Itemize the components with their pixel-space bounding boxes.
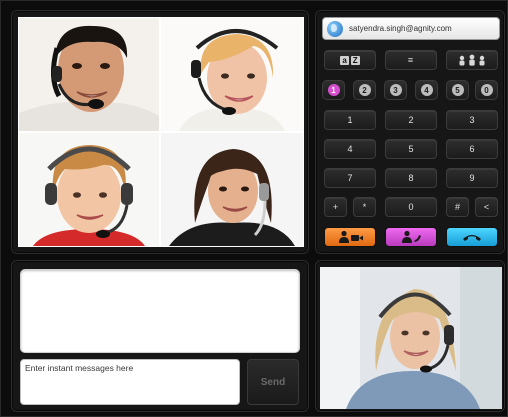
list-icon: ≡ bbox=[407, 55, 415, 65]
line-0-label: 0 bbox=[480, 84, 493, 96]
keypad-8[interactable]: 8 bbox=[385, 168, 437, 188]
keypad-hash-label: # bbox=[454, 202, 460, 212]
az-icon-z: Z bbox=[350, 55, 360, 65]
az-icon-a: a bbox=[340, 55, 349, 65]
contact-address-field[interactable]: satyendra.singh@agnity.com bbox=[322, 17, 500, 40]
contact-email: satyendra.singh@agnity.com bbox=[349, 24, 452, 33]
participant-video-4[interactable] bbox=[161, 133, 303, 246]
keypad-8-label: 8 bbox=[408, 173, 414, 183]
participant-video-3[interactable] bbox=[19, 133, 159, 246]
video-call-button[interactable] bbox=[324, 227, 376, 247]
line-5-label: 5 bbox=[451, 84, 464, 96]
keypad-1[interactable]: 1 bbox=[324, 110, 376, 130]
keypad-6-label: 6 bbox=[469, 144, 475, 154]
keypad-7[interactable]: 7 bbox=[324, 168, 376, 188]
chat-panel: Send bbox=[11, 260, 309, 412]
keypad-hash[interactable]: # bbox=[446, 197, 469, 217]
line-4-label: 4 bbox=[420, 84, 433, 96]
conference-icon bbox=[459, 54, 485, 66]
contacts-az-button[interactable]: aZ bbox=[324, 50, 376, 70]
line-3-label: 3 bbox=[389, 84, 402, 96]
dialer-panel: satyendra.singh@agnity.com aZ ≡ 1 2 3 4 … bbox=[315, 10, 505, 254]
keypad-3[interactable]: 3 bbox=[446, 110, 498, 130]
keypad-5[interactable]: 5 bbox=[385, 139, 437, 159]
keypad-2-label: 2 bbox=[408, 115, 414, 125]
audio-call-icon bbox=[402, 230, 421, 243]
keypad-7-label: 7 bbox=[347, 173, 353, 183]
hang-up-button[interactable] bbox=[446, 227, 498, 247]
keypad-backspace[interactable]: < bbox=[475, 197, 498, 217]
keypad-star-label: * bbox=[362, 202, 367, 212]
keypad-0[interactable]: 0 bbox=[385, 197, 437, 217]
line-1-label: 1 bbox=[327, 84, 340, 96]
line-2-button[interactable]: 2 bbox=[353, 80, 376, 100]
video-grid bbox=[18, 17, 304, 247]
line-selector: 1 2 3 4 5 0 bbox=[316, 80, 506, 100]
keypad-star[interactable]: * bbox=[353, 197, 376, 217]
line-0-button[interactable]: 0 bbox=[475, 80, 498, 100]
participant-video-2[interactable] bbox=[161, 18, 303, 131]
keypad-9[interactable]: 9 bbox=[446, 168, 498, 188]
keypad-3-label: 3 bbox=[469, 115, 475, 125]
keypad-plus-label: + bbox=[332, 202, 339, 212]
line-5-button[interactable]: 5 bbox=[446, 80, 469, 100]
globe-icon bbox=[327, 20, 343, 37]
keypad-4[interactable]: 4 bbox=[324, 139, 376, 159]
keypad-plus[interactable]: + bbox=[324, 197, 347, 217]
call-list-button[interactable]: ≡ bbox=[385, 50, 437, 70]
self-view-video[interactable] bbox=[320, 267, 502, 409]
keypad-5-label: 5 bbox=[408, 144, 414, 154]
keypad-2[interactable]: 2 bbox=[385, 110, 437, 130]
participant-video-1[interactable] bbox=[19, 18, 159, 131]
instant-message-input[interactable] bbox=[20, 359, 240, 405]
self-view-panel bbox=[315, 260, 505, 412]
line-4-button[interactable]: 4 bbox=[415, 80, 438, 100]
keypad-1-label: 1 bbox=[347, 115, 353, 125]
send-button[interactable]: Send bbox=[247, 359, 299, 405]
chat-history[interactable] bbox=[20, 269, 300, 353]
hang-up-icon bbox=[463, 235, 481, 241]
line-2-label: 2 bbox=[358, 84, 371, 96]
keypad-9-label: 9 bbox=[469, 173, 475, 183]
line-1-button[interactable]: 1 bbox=[322, 80, 345, 100]
video-grid-panel bbox=[11, 10, 309, 254]
video-conference-app: satyendra.singh@agnity.com aZ ≡ 1 2 3 4 … bbox=[0, 0, 508, 417]
keypad-backspace-label: < bbox=[483, 202, 490, 212]
video-call-icon bbox=[339, 230, 363, 243]
keypad-6[interactable]: 6 bbox=[446, 139, 498, 159]
audio-call-button[interactable] bbox=[385, 227, 437, 247]
line-3-button[interactable]: 3 bbox=[384, 80, 407, 100]
keypad-0-label: 0 bbox=[408, 202, 414, 212]
conference-button[interactable] bbox=[446, 50, 498, 70]
keypad-4-label: 4 bbox=[347, 144, 353, 154]
